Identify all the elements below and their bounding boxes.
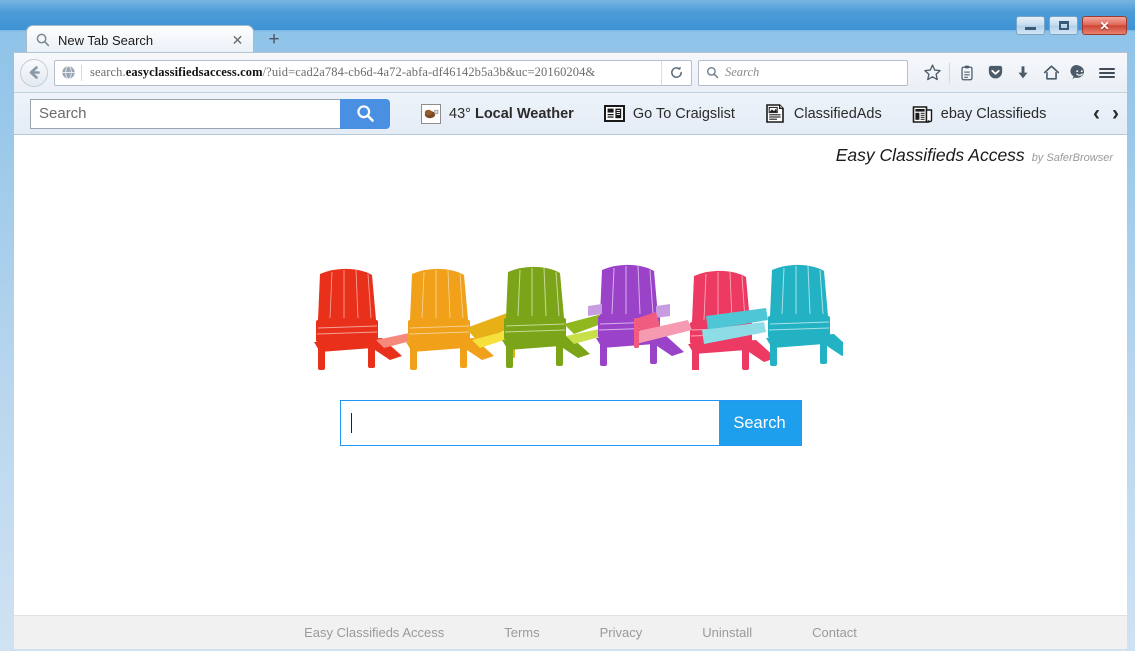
ext-link-label: ClassifiedAds [793,105,882,122]
globe-icon [55,65,81,80]
classified-ads-icon [765,103,787,125]
newspaper-icon [604,103,626,125]
brand-byline: by SaferBrowser [1031,152,1113,164]
prev-chevron-icon[interactable]: ‹ [1093,103,1100,124]
extension-search-placeholder: Search [39,105,87,122]
brand: Easy Classifieds Access by SaferBrowser [836,145,1113,166]
back-arrow-icon [29,66,40,79]
footer-link-privacy[interactable]: Privacy [600,625,643,640]
bookmark-star-icon[interactable] [918,59,946,87]
reload-button[interactable] [661,60,691,85]
new-tab-button[interactable]: + [262,30,286,52]
extension-search: Search [30,98,390,129]
url-text: search.easyclassifiedsaccess.com/?uid=ca… [82,65,661,80]
tab-strip: New Tab Search ✕ + [14,22,1127,54]
extension-toolbar: Search 43° Local Weather Go To Craigslis… [14,92,1127,135]
chair-purple [588,264,684,366]
search-icon [356,105,374,122]
browser-search-field[interactable]: Search [698,59,908,86]
browser-search-placeholder: Search [725,65,760,79]
toolbar-separator [949,62,950,83]
footer-link-contact[interactable]: Contact [812,625,857,640]
page-footer: Easy Classifieds Access Terms Privacy Un… [14,615,1127,649]
main-search-area: Search [339,400,802,446]
next-chevron-icon[interactable]: › [1112,103,1119,124]
tab-new-tab-search[interactable]: New Tab Search ✕ [26,25,254,54]
brand-name: Easy Classifieds Access [835,145,1025,165]
url-prefix: search. [90,65,126,79]
reload-icon [671,66,682,78]
url-bar[interactable]: search.easyclassifiedsaccess.com/?uid=ca… [54,59,692,86]
sync-chat-icon[interactable] [1065,59,1093,87]
weather-label: Local Weather [474,105,574,122]
footer-link-easy-classifieds-access[interactable]: Easy Classifieds Access [304,625,444,640]
url-domain: easyclassifiedsaccess.com [125,65,263,79]
page-content: Easy Classifieds Access by SaferBrowser [14,135,1127,649]
main-search-input[interactable] [340,401,719,445]
search-icon [36,33,50,47]
ext-link-ebay-classifieds[interactable]: ebay Classifieds [912,103,1047,125]
pocket-icon[interactable] [981,59,1009,87]
extension-toolbar-nav: ‹ › [1075,103,1119,124]
weather-temperature: 43° [449,105,475,122]
tab-close-icon[interactable]: ✕ [230,33,245,48]
search-icon [699,66,725,79]
folded-newspaper-icon [912,103,934,125]
url-path: /?uid=cad2a784-cb6d-4a72-abfa-df46142b5a… [262,65,596,79]
browser-window: ✕ New Tab Search ✕ + search.easyclassifi… [0,0,1135,651]
extension-search-input[interactable]: Search [30,98,340,129]
ext-link-label: ebay Classifieds [940,105,1047,122]
ext-link-classified-ads[interactable]: ClassifiedAds [765,103,882,125]
hero-section: Search [14,260,1127,446]
reader-mode-icon[interactable] [953,59,981,87]
ext-link-local-weather[interactable]: 43° Local Weather [420,103,574,125]
main-search-button[interactable]: Search [718,401,801,445]
hamburger-menu-icon[interactable] [1093,59,1121,87]
weather-icon [420,103,442,125]
ext-link-label: Go To Craigslist [632,105,735,122]
downloads-icon[interactable] [1009,59,1037,87]
navigation-bar: search.easyclassifiedsaccess.com/?uid=ca… [14,52,1127,92]
footer-link-terms[interactable]: Terms [504,625,539,640]
ext-link-label: 43° Local Weather [449,106,574,122]
ext-link-go-to-craigslist[interactable]: Go To Craigslist [604,103,735,125]
chair-red [314,268,422,370]
colorful-adirondack-chairs [314,264,843,370]
home-icon[interactable] [1037,59,1065,87]
footer-link-uninstall[interactable]: Uninstall [702,625,752,640]
tab-title: New Tab Search [58,32,154,48]
chair-green [502,266,612,368]
extension-search-button[interactable] [340,98,390,129]
back-button[interactable] [20,58,48,87]
text-caret [350,413,352,433]
